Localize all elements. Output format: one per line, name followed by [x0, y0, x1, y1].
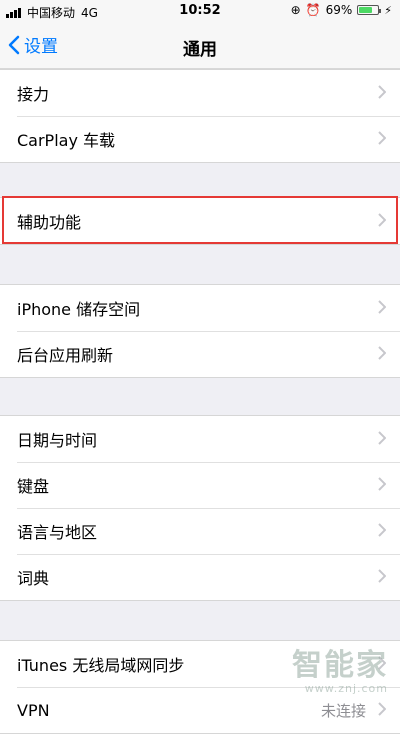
chevron-right-icon [378, 346, 386, 360]
watermark-url: www.znj.com [304, 682, 388, 695]
row-label: 后台应用刷新 [17, 346, 114, 365]
battery-percent: 69% [325, 3, 353, 17]
row-background-refresh[interactable]: 后台应用刷新 [0, 331, 400, 377]
alarm-icon: ⏰ [305, 3, 321, 17]
charging-icon: ⚡ [384, 3, 392, 17]
status-bar: 中国移动 4G 10:52 ⊕ ⏰ 69% ⚡ [0, 0, 400, 24]
status-right: ⊕ ⏰ 69% ⚡ [291, 3, 392, 17]
chevron-right-icon [378, 477, 386, 491]
chevron-right-icon [378, 431, 386, 445]
row-iphone-storage[interactable]: iPhone 储存空间 [0, 285, 400, 331]
chevron-right-icon [378, 702, 386, 716]
row-accessibility[interactable]: 辅助功能 [0, 198, 400, 244]
row-label: 接力 [17, 85, 50, 104]
row-label: CarPlay 车载 [17, 131, 116, 150]
settings-group-continuity: 接力 CarPlay 车载 [0, 69, 400, 163]
row-label: 词典 [17, 569, 50, 588]
chevron-right-icon [378, 85, 386, 99]
row-label: iTunes 无线局域网同步 [17, 656, 185, 675]
vpn-status: 未连接 [320, 701, 366, 720]
battery-fill [359, 7, 372, 13]
row-label: 键盘 [17, 477, 50, 496]
settings-group-locale: 日期与时间 键盘 语言与地区 词典 [0, 415, 400, 601]
row-label: 辅助功能 [17, 213, 82, 232]
row-label: 日期与时间 [17, 431, 98, 450]
lock-rotation-icon: ⊕ [290, 3, 301, 17]
settings-group-accessibility: 辅助功能 [0, 197, 400, 245]
watermark: 智能家 www.znj.com [292, 648, 388, 696]
row-carplay[interactable]: CarPlay 车载 [0, 116, 400, 162]
row-dictionary[interactable]: 词典 [0, 554, 400, 600]
watermark-logo: 智能家 [292, 648, 388, 683]
nav-bar: 设置 通用 [0, 24, 400, 69]
row-label: 语言与地区 [17, 523, 98, 542]
chevron-right-icon [378, 523, 386, 537]
settings-group-storage: iPhone 储存空间 后台应用刷新 [0, 284, 400, 378]
chevron-right-icon [378, 213, 386, 227]
chevron-right-icon [378, 131, 386, 145]
row-handoff[interactable]: 接力 [0, 70, 400, 116]
row-keyboard[interactable]: 键盘 [0, 462, 400, 508]
row-label: VPN [17, 700, 50, 720]
page-title: 通用 [183, 40, 217, 60]
row-label: iPhone 储存空间 [17, 300, 141, 319]
chevron-right-icon [378, 300, 386, 314]
chevron-right-icon [378, 569, 386, 583]
row-language-region[interactable]: 语言与地区 [0, 508, 400, 554]
battery-icon [357, 5, 382, 15]
row-date-time[interactable]: 日期与时间 [0, 416, 400, 462]
